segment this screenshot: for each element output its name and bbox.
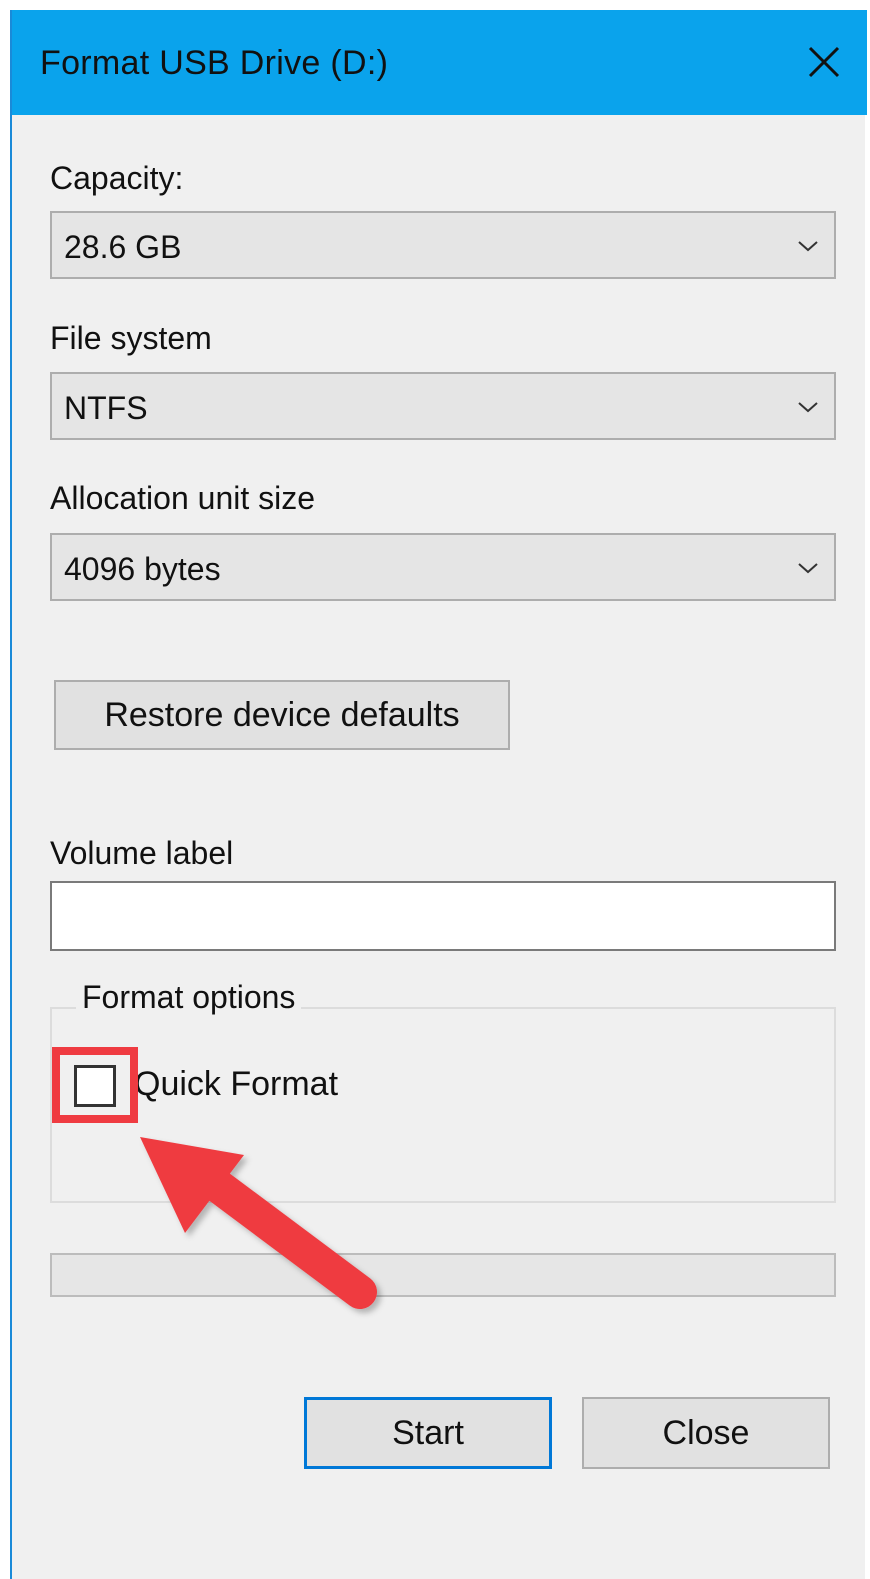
chevron-down-icon [798, 241, 818, 252]
quick-format-label[interactable]: Quick Format [134, 1065, 338, 1104]
chevron-down-icon [798, 563, 818, 574]
format-options-legend: Format options [76, 979, 302, 1016]
capacity-dropdown[interactable]: 28.6 GB [50, 211, 836, 279]
allocation-unit-dropdown[interactable]: 4096 bytes [50, 533, 836, 601]
file-system-dropdown[interactable]: NTFS [50, 372, 836, 440]
volume-label-input[interactable] [50, 881, 836, 951]
chevron-down-icon [798, 402, 818, 413]
allocation-unit-value: 4096 bytes [64, 551, 221, 587]
volume-label-label: Volume label [50, 835, 234, 871]
allocation-unit-label: Allocation unit size [50, 480, 316, 516]
capacity-value: 28.6 GB [64, 229, 182, 265]
title-bar: Format USB Drive (D:) [12, 10, 867, 115]
quick-format-checkbox[interactable] [74, 1065, 116, 1107]
window-title: Format USB Drive (D:) [40, 44, 389, 82]
restore-defaults-button[interactable]: Restore device defaults [54, 680, 510, 750]
close-icon[interactable] [802, 40, 846, 84]
format-options-group: Format options Quick Format [50, 979, 836, 1203]
format-dialog: Format USB Drive (D:) Capacity: 28.6 GB … [10, 10, 867, 1579]
file-system-label: File system [50, 320, 212, 356]
format-progress-bar [50, 1253, 836, 1297]
start-button[interactable]: Start [304, 1397, 552, 1469]
close-button[interactable]: Close [582, 1397, 830, 1469]
file-system-value: NTFS [64, 390, 148, 426]
capacity-label: Capacity: [50, 160, 184, 196]
